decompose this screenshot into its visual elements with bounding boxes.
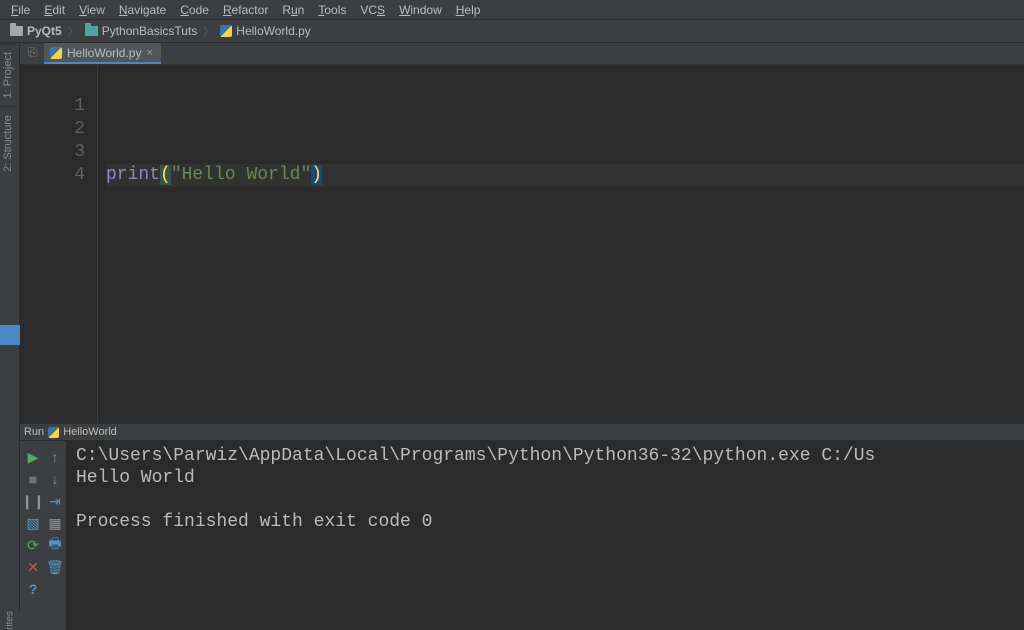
rerun-button[interactable]: ▶ — [24, 449, 42, 465]
console-output[interactable]: C:\Users\Parwiz\AppData\Local\Programs\P… — [66, 441, 1024, 630]
code-token: "Hello World" — [171, 165, 311, 185]
menu-help[interactable]: Help — [449, 1, 488, 19]
run-config-name: HelloWorld — [63, 426, 117, 438]
menu-run[interactable]: Run — [275, 1, 311, 19]
down-stack-button[interactable]: ↓ — [46, 471, 64, 487]
line-number: 1 — [20, 95, 85, 118]
up-stack-button[interactable]: ↑ — [46, 449, 64, 465]
editor-tab-label: HelloWorld.py — [67, 46, 141, 60]
editor-tab-active[interactable]: HelloWorld.py × — [44, 43, 161, 64]
menu-refactor[interactable]: Refactor — [216, 1, 275, 19]
breadcrumb-file[interactable]: HelloWorld.py — [216, 24, 314, 38]
breadcrumb-separator: 〉 — [68, 23, 79, 39]
menu-vcs[interactable]: VCS — [353, 1, 392, 19]
breadcrumb-project[interactable]: PyQt5 — [6, 24, 66, 38]
help-button[interactable]: ? — [24, 581, 42, 597]
line-number: 2 — [20, 118, 85, 141]
stop-button[interactable]: ■ — [24, 471, 42, 487]
editor-gutter: 1 2 3 4 — [20, 65, 98, 423]
python-file-icon — [48, 427, 59, 438]
folder-icon — [10, 26, 23, 36]
code-token: print — [106, 165, 160, 185]
breadcrumb-folder-label: PythonBasicsTuts — [102, 24, 198, 38]
breadcrumb-folder[interactable]: PythonBasicsTuts — [81, 24, 202, 38]
toolwindow-tab-project[interactable]: 1: Project — [0, 43, 16, 106]
scroll-marker — [0, 325, 20, 345]
editor-area: ⎘ HelloWorld.py × 1 2 3 4 print("Hello W… — [20, 43, 1024, 423]
run-panel: Run HelloWorld ▶ ↑ ■ ↓ ❙❙ ⇥ ▧ ▦ ⟳ 🖶 ✕ 🗑 … — [20, 423, 1024, 630]
code-token: ( — [160, 165, 171, 185]
show-project-icon[interactable]: ⎘ — [28, 45, 40, 60]
editor-tab-row: ⎘ HelloWorld.py × — [20, 43, 1024, 65]
menu-navigate[interactable]: Navigate — [112, 1, 173, 19]
menu-edit[interactable]: Edit — [37, 1, 72, 19]
run-toolbar: ▶ ↑ ■ ↓ ❙❙ ⇥ ▧ ▦ ⟳ 🖶 ✕ 🗑 ? — [20, 441, 66, 630]
code-editor[interactable]: print("Hello World") — [98, 65, 1024, 423]
run-panel-header[interactable]: Run HelloWorld — [20, 423, 1024, 441]
python-file-icon — [50, 47, 62, 59]
close-icon[interactable]: × — [146, 47, 152, 59]
breadcrumb-separator: 〉 — [203, 23, 214, 39]
menu-code[interactable]: Code — [173, 1, 216, 19]
scroll-to-end-button[interactable]: ▦ — [46, 515, 64, 531]
breadcrumb-file-label: HelloWorld.py — [236, 24, 310, 38]
breadcrumb-project-label: PyQt5 — [27, 24, 62, 38]
menu-tools[interactable]: Tools — [311, 1, 353, 19]
menu-view[interactable]: View — [72, 1, 112, 19]
python-file-icon — [220, 25, 232, 37]
main-menu-bar: File Edit View Navigate Code Refactor Ru… — [0, 0, 1024, 20]
menu-file[interactable]: File — [4, 1, 37, 19]
toolwindow-tab-structure[interactable]: 2: Structure — [0, 106, 16, 180]
menu-window[interactable]: Window — [392, 1, 449, 19]
editor-body[interactable]: 1 2 3 4 print("Hello World") — [20, 65, 1024, 423]
soft-wrap-toggle[interactable]: ⇥ — [46, 493, 64, 509]
folder-icon — [85, 26, 98, 36]
run-panel-body: ▶ ↑ ■ ↓ ❙❙ ⇥ ▧ ▦ ⟳ 🖶 ✕ 🗑 ? C:\Users\Parw… — [20, 441, 1024, 630]
toolwindow-tab-favorites[interactable]: rites — [0, 612, 20, 630]
close-run-button[interactable]: ✕ — [24, 559, 42, 575]
pause-button[interactable]: ❙❙ — [24, 493, 42, 509]
code-token: ) — [311, 165, 322, 185]
toggle-output-button[interactable]: ▧ — [24, 515, 42, 531]
line-number: 3 — [20, 141, 85, 164]
trash-button[interactable]: 🗑 — [46, 559, 64, 575]
navigation-bar: PyQt5 〉 PythonBasicsTuts 〉 HelloWorld.py — [0, 20, 1024, 43]
run-title: Run — [24, 426, 44, 438]
restart-button[interactable]: ⟳ — [24, 537, 42, 553]
line-number: 4 — [20, 164, 85, 187]
print-button[interactable]: 🖶 — [46, 537, 64, 553]
